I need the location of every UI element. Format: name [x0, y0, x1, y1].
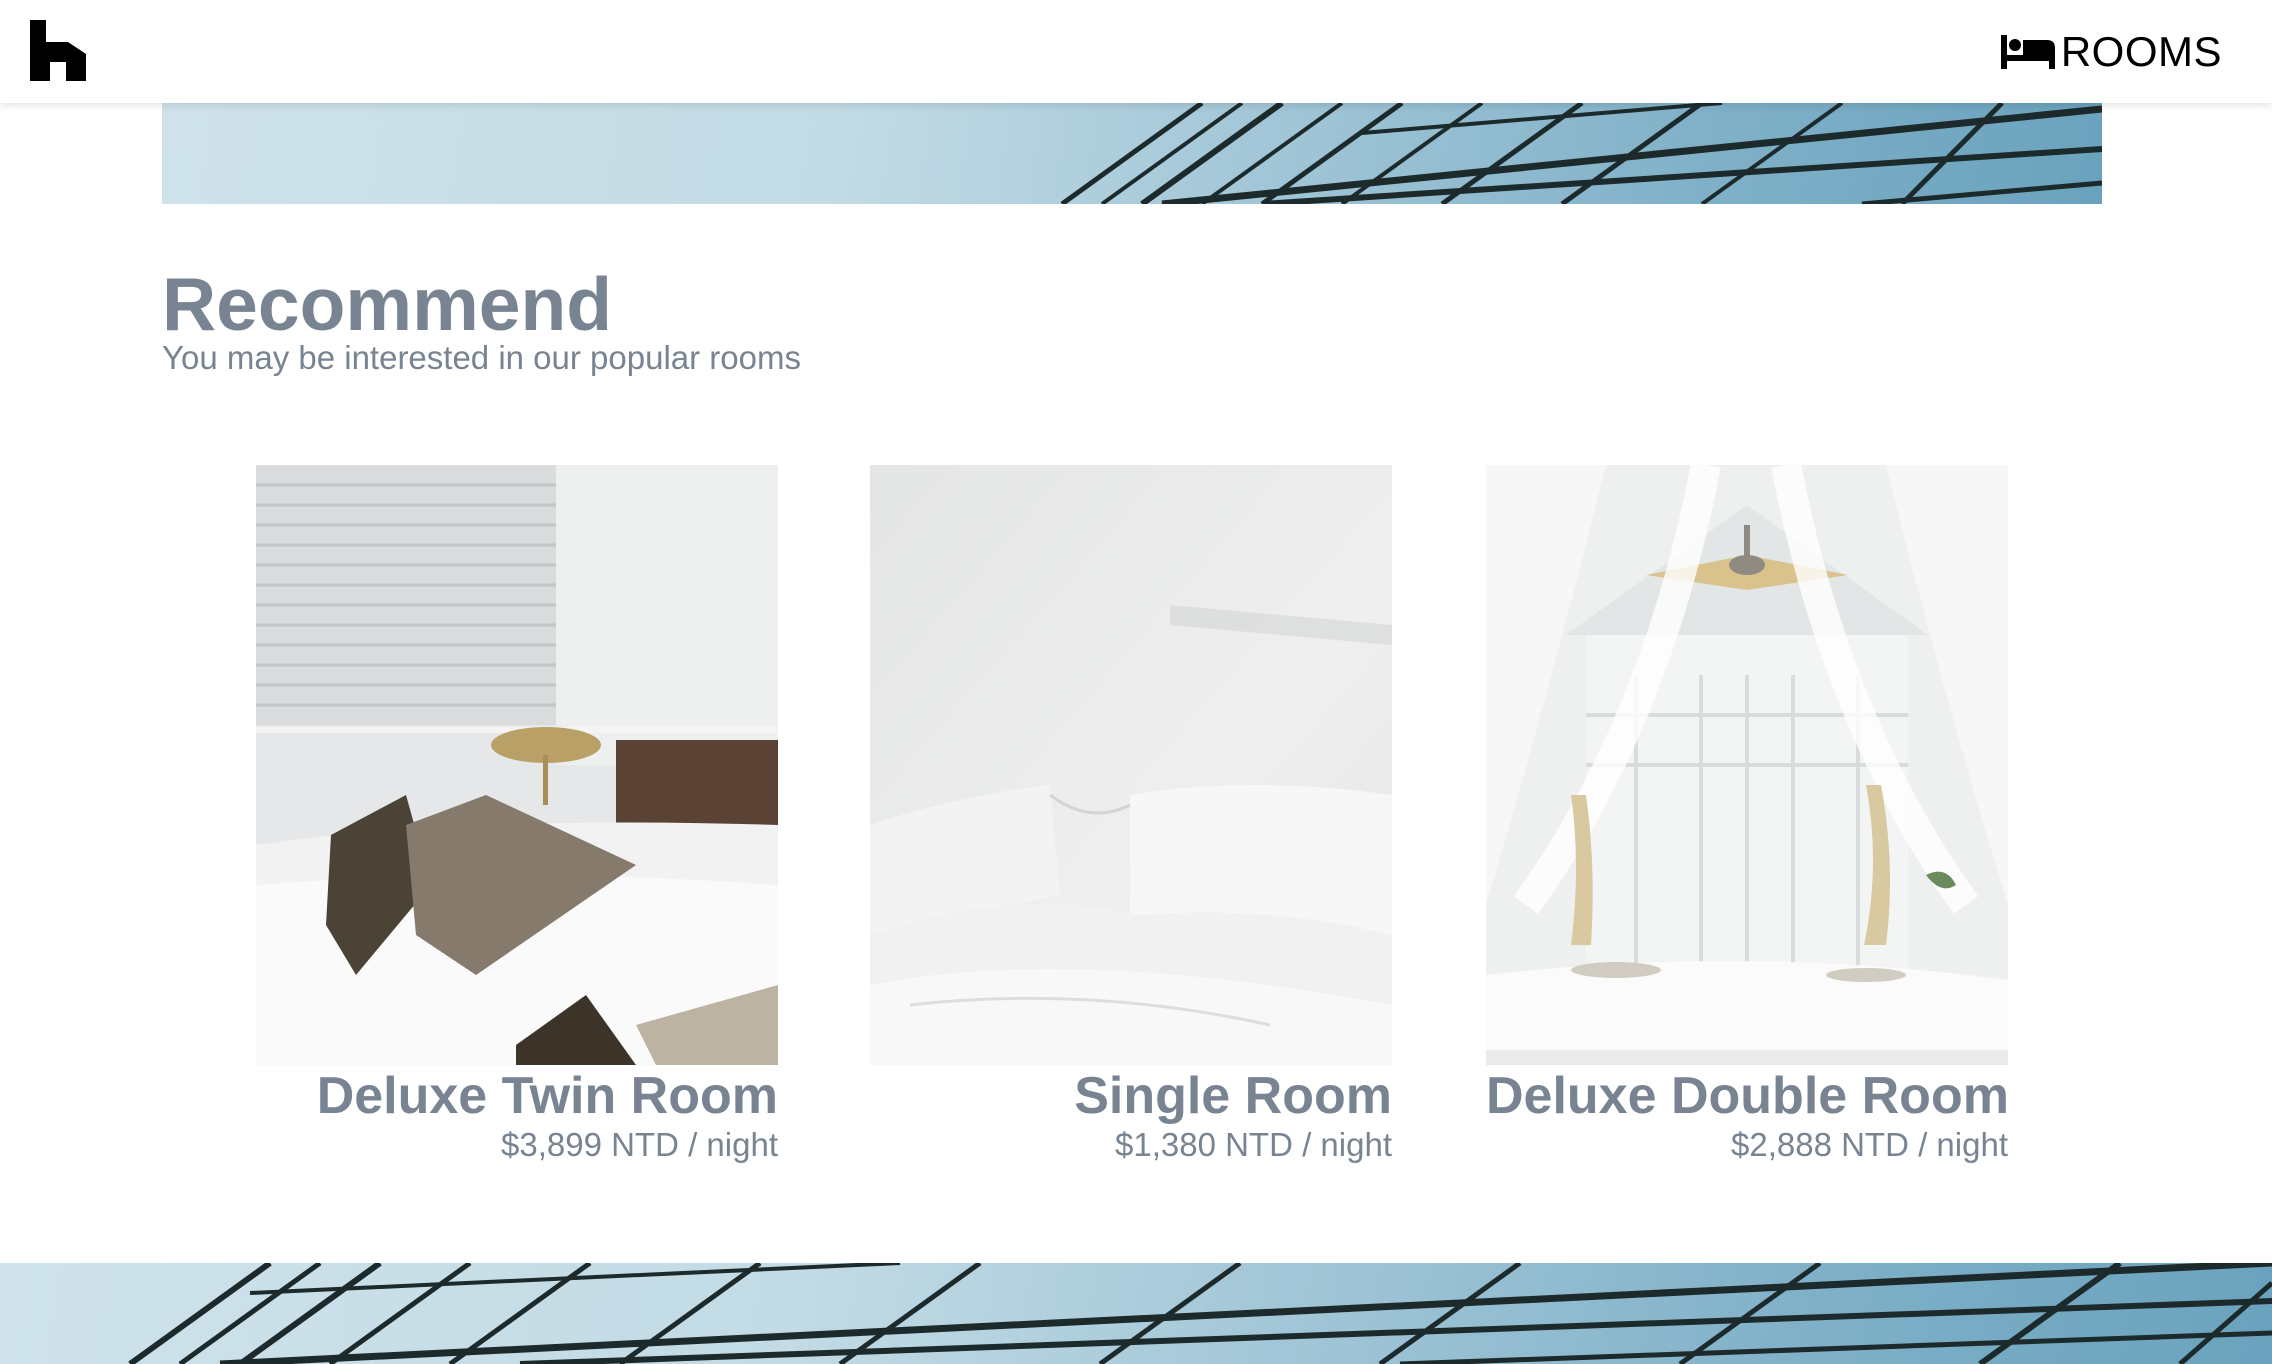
nav-rooms-link[interactable]: ROOMS	[2000, 24, 2222, 80]
top-navbar: ROOMS	[0, 0, 2272, 103]
room-price: $1,380 NTD / night	[1115, 1126, 1392, 1163]
twin-room-photo	[256, 465, 778, 1065]
double-room-photo	[1486, 465, 2008, 1065]
nav-rooms-label: ROOMS	[2060, 28, 2222, 75]
room-card-deluxe-double[interactable]: Deluxe Double Room $2,888 NTD / night	[1486, 465, 2009, 1165]
bed-icon	[2000, 35, 2055, 69]
room-price: $3,899 NTD / night	[501, 1126, 778, 1163]
hero-banner-image	[162, 103, 2102, 204]
room-name[interactable]: Deluxe Twin Room	[256, 1067, 778, 1125]
section-title: Recommend	[162, 262, 613, 346]
single-room-photo	[870, 465, 1392, 1065]
room-price: $2,888 NTD / night	[1731, 1126, 2008, 1163]
room-name[interactable]: Single Room	[870, 1067, 1392, 1125]
room-card-single[interactable]: Single Room $1,380 NTD / night	[870, 465, 1392, 1165]
page: ROOMS Recommend You may be interested in…	[0, 0, 2272, 1364]
room-name[interactable]: Deluxe Double Room	[1486, 1067, 2009, 1125]
room-card-deluxe-twin[interactable]: Deluxe Twin Room $3,899 NTD / night	[256, 465, 778, 1165]
house-logo-icon[interactable]	[30, 20, 86, 81]
footer-banner-image	[0, 1263, 2272, 1364]
section-subtitle: You may be interested in our popular roo…	[162, 339, 801, 376]
